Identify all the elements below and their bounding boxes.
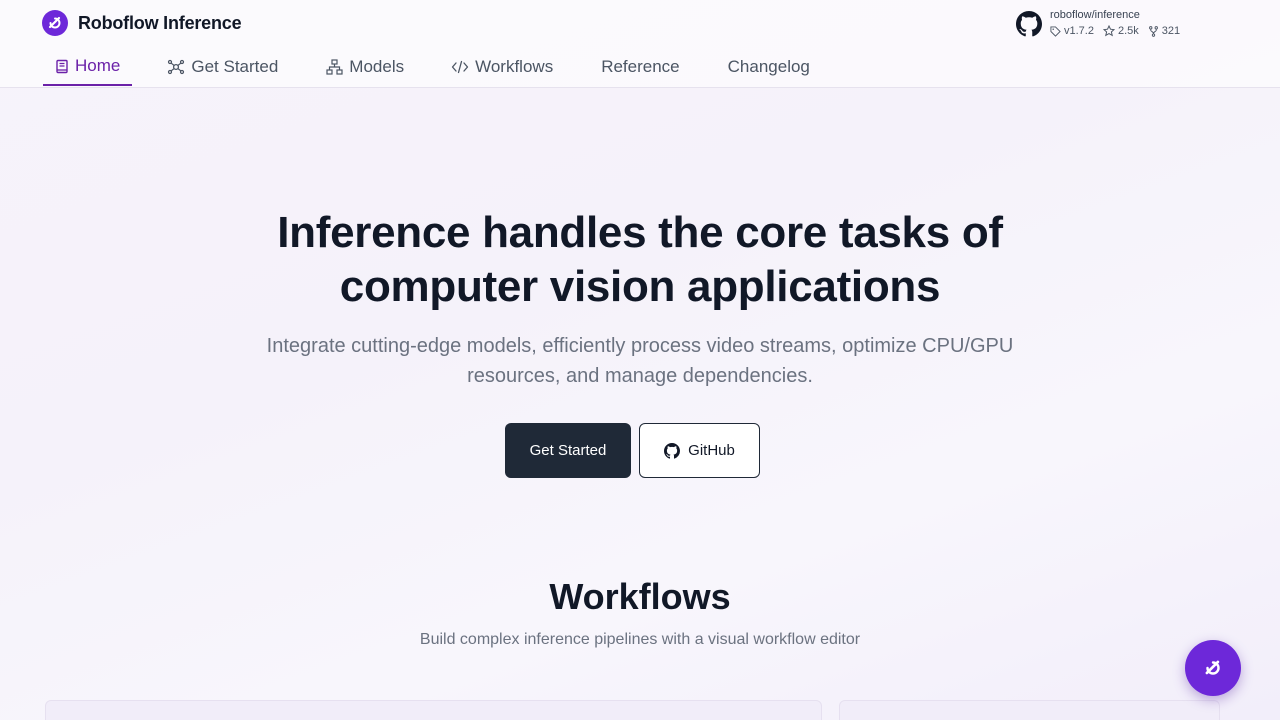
workflows-section-subtitle: Build complex inference pipelines with a… [419, 631, 861, 648]
repo-forks: 321 [1148, 22, 1180, 40]
roboflow-logo-icon [42, 10, 68, 36]
site-header: Roboflow Inference roboflow/inference v1… [0, 0, 1280, 88]
network-icon [168, 59, 185, 75]
brand[interactable]: Roboflow Inference [42, 10, 242, 36]
workflow-preview-card [45, 700, 822, 720]
workflow-side-card [839, 700, 1220, 720]
github-repo-link[interactable]: roboflow/inference v1.7.2 2.5k 321 [1016, 8, 1180, 40]
book-icon [56, 59, 68, 73]
star-icon [1102, 25, 1115, 37]
hero-title: Inference handles the core tasks of comp… [277, 208, 1003, 311]
tab-home[interactable]: Home [43, 48, 133, 86]
main-nav: Home Get Started Models Workflows Refere… [43, 48, 810, 88]
repo-name: roboflow/inference [1050, 9, 1140, 21]
site-title: Roboflow Inference [78, 12, 242, 33]
github-button[interactable]: GitHub [639, 423, 760, 478]
repo-version: v1.7.2 [1050, 22, 1094, 40]
hero-subtitle: Integrate cutting-edge models, efficient… [266, 335, 1014, 387]
fork-icon [1148, 25, 1158, 37]
tab-changelog[interactable]: Changelog [728, 48, 810, 86]
tab-reference[interactable]: Reference [601, 48, 679, 86]
sitemap-icon [326, 59, 343, 75]
github-icon [1016, 11, 1042, 37]
roboflow-logo-icon [1205, 660, 1220, 675]
tab-workflows[interactable]: Workflows [451, 48, 553, 86]
github-icon [664, 442, 681, 459]
code-icon [451, 60, 469, 74]
get-started-button[interactable]: Get Started [505, 423, 631, 478]
chat-assistant-button[interactable] [1185, 640, 1241, 696]
tag-icon [1050, 25, 1061, 37]
tab-get-started[interactable]: Get Started [167, 48, 278, 86]
repo-stars: 2.5k [1102, 22, 1139, 40]
tab-models[interactable]: Models [326, 48, 404, 86]
workflows-section-title: Workflows [549, 576, 731, 617]
